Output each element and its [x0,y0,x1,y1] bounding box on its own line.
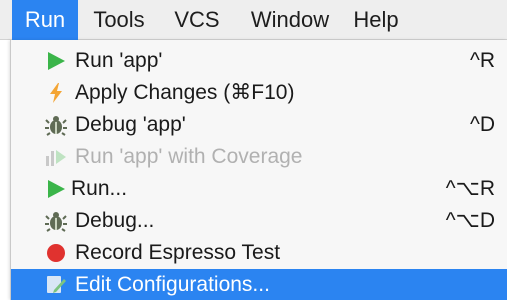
menu-help[interactable]: Help [346,0,406,40]
menu-item-label: Apply Changes (⌘F10) [75,81,295,104]
run-menu-dropdown: Run 'app' ^R Apply Changes (⌘F10) Debug … [10,40,507,300]
menu-item-edit-configurations[interactable]: Edit Configurations... [11,269,507,300]
menu-item-debug-dialog[interactable]: Debug... ^⌥D [11,205,507,237]
menu-item-label: Record Espresso Test [75,241,281,264]
menu-item-apply-changes[interactable]: Apply Changes (⌘F10) [11,77,507,109]
menu-item-label: Run... [71,177,128,200]
menu-item-record-espresso[interactable]: Record Espresso Test [11,237,507,269]
debug-bug-icon [45,114,67,136]
record-dot-icon [45,242,67,264]
menu-item-label: Run 'app' [75,49,163,72]
run-triangle-icon [45,178,67,200]
ide-window: Run Tools VCS Window Help Run 'app' ^R A… [0,0,507,300]
editor-edge [0,40,10,300]
menu-item-shortcut: ^⌥R [445,177,495,200]
lightning-bolt-icon [45,82,67,104]
coverage-icon [45,146,67,168]
menu-item-label: Edit Configurations... [75,273,270,296]
menu-tools[interactable]: Tools [84,0,154,40]
menu-item-shortcut: ^D [469,113,495,136]
menu-item-run-dialog[interactable]: Run... ^⌥R [11,173,507,205]
menu-vcs[interactable]: VCS [164,0,230,40]
menu-item-run-app[interactable]: Run 'app' ^R [11,45,507,77]
menu-run[interactable]: Run [12,0,78,40]
menu-item-run-with-coverage[interactable]: Run 'app' with Coverage [11,141,507,173]
menu-item-label: Run 'app' with Coverage [75,145,303,168]
menu-item-label: Debug 'app' [75,113,186,136]
menu-window[interactable]: Window [240,0,340,40]
menu-item-shortcut: ^⌥D [445,209,495,232]
menu-bar: Run Tools VCS Window Help [0,0,507,40]
menu-item-debug-app[interactable]: Debug 'app' ^D [11,109,507,141]
run-triangle-icon [45,50,67,72]
menu-item-label: Debug... [75,209,155,232]
debug-bug-icon [45,210,67,232]
menu-item-shortcut: ^R [469,49,495,72]
edit-configurations-icon [45,274,67,296]
